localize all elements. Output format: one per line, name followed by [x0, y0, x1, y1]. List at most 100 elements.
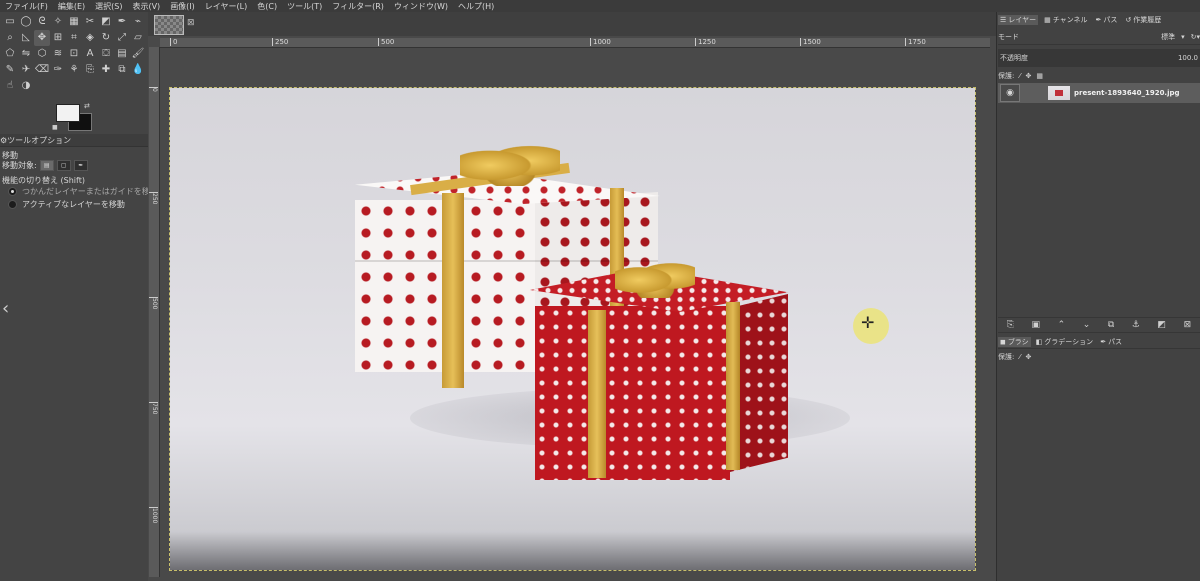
mode-select[interactable]: 標準 — [1161, 32, 1175, 42]
tool-options-tab[interactable]: ⚙ ツールオプション — [0, 134, 148, 147]
delete-layer-icon[interactable]: ⊠ — [1184, 320, 1192, 330]
new-group-icon[interactable]: ▣ — [1032, 320, 1041, 330]
menu-file[interactable]: ファイル(F) — [0, 1, 53, 12]
lower-layer-icon[interactable]: ⌄ — [1083, 320, 1091, 330]
fg-bg-colors: ⇄ ■ — [52, 102, 92, 131]
move-layer-mode-icon[interactable]: ▤ — [39, 160, 54, 171]
menu-image[interactable]: 画像(I) — [165, 1, 200, 12]
reset-colors-icon[interactable]: ■ — [52, 124, 58, 131]
heal-icon[interactable]: ✚ — [98, 62, 114, 78]
eraser-icon[interactable]: ⌫ — [34, 62, 50, 78]
measure-icon[interactable]: ◺ — [18, 30, 34, 46]
tab-brushes[interactable]: ◼ ブラシ — [998, 336, 1031, 347]
layer-row[interactable]: ◉ present-1893640_1920.jpg — [998, 83, 1200, 103]
radio-active-layer[interactable]: アクティブなレイヤーを移動 — [8, 199, 125, 210]
anchor-icon[interactable]: ⚓ — [1132, 320, 1140, 330]
paintbrush-icon[interactable]: 🖌 — [130, 46, 146, 62]
tool-options-icon: ⚙ — [0, 135, 8, 145]
gradient-icon[interactable]: ▤ — [114, 46, 130, 62]
airbrush-icon[interactable]: ✈ — [18, 62, 34, 78]
dodge-burn-icon[interactable]: ◑ — [18, 78, 34, 94]
menu-layer[interactable]: レイヤー(L) — [200, 1, 252, 12]
mode-dropdown-icon[interactable]: ▾ — [1181, 33, 1185, 41]
horizontal-ruler[interactable]: 0 250 500 1000 1250 1500 1750 — [160, 38, 990, 48]
move-selection-mode-icon[interactable]: ▢ — [56, 160, 71, 171]
tab-paths-2[interactable]: ✒ パス — [1098, 337, 1124, 347]
image-tab-thumbnail[interactable] — [154, 15, 184, 35]
menu-colors[interactable]: 色(C) — [252, 1, 282, 12]
lock-pixels-icon[interactable]: ⁄ — [1019, 353, 1020, 361]
move-cursor-icon: ✛ — [861, 313, 875, 332]
tab-channels[interactable]: ▦ チャンネル — [1042, 15, 1089, 25]
by-color-select-icon[interactable]: ▦ — [66, 14, 82, 30]
ellipse-select-icon[interactable]: ◯ — [18, 14, 34, 30]
tool-options-label: ツールオプション — [7, 135, 72, 145]
eye-icon[interactable]: ◉ — [1000, 84, 1020, 102]
rect-select-icon[interactable]: ▭ — [2, 14, 18, 30]
tab-undo-history[interactable]: ↺ 作業履歴 — [1123, 15, 1163, 25]
tab-paths-label: パス — [1103, 16, 1118, 24]
radio-pick-layer[interactable]: つかんだレイヤーまたはガイドを移動 — [8, 186, 158, 197]
tab-gradients[interactable]: ◧ グラデーション — [1034, 337, 1096, 347]
duplicate-layer-icon[interactable]: ⧉ — [1108, 320, 1114, 330]
align-icon[interactable]: ⊞ — [50, 30, 66, 46]
scissors-icon[interactable]: ✂ — [82, 14, 98, 30]
opacity-slider[interactable]: 不透明度 100.0 — [998, 49, 1200, 67]
menu-tools[interactable]: ツール(T) — [282, 1, 327, 12]
perspective-icon[interactable]: ⬠ — [2, 46, 18, 62]
menu-filters[interactable]: フィルター(R) — [327, 1, 389, 12]
cage-icon[interactable]: ⬡ — [34, 46, 50, 62]
perspective-clone-icon[interactable]: ⧉ — [114, 62, 130, 78]
lock-position-icon[interactable]: ✥ — [1026, 72, 1032, 80]
menu-edit[interactable]: 編集(E) — [53, 1, 90, 12]
foreground-select-icon[interactable]: ◩ — [98, 14, 114, 30]
menu-help[interactable]: ヘルプ(H) — [453, 1, 499, 12]
mode-reset-icon[interactable]: ↻▾ — [1191, 33, 1200, 41]
radio-active-layer-indicator[interactable] — [8, 200, 17, 209]
paths-icon[interactable]: ✒ — [114, 14, 130, 30]
text-icon[interactable]: A — [82, 46, 98, 62]
flip-icon[interactable]: ⇋ — [18, 46, 34, 62]
menu-windows[interactable]: ウィンドウ(W) — [389, 1, 453, 12]
rotate-icon[interactable]: ↻ — [98, 30, 114, 46]
opacity-value[interactable]: 100.0 — [1178, 54, 1200, 62]
handle-transform-icon[interactable]: ⊡ — [66, 46, 82, 62]
fuzzy-select-icon[interactable]: ✧ — [50, 14, 66, 30]
tab-layers[interactable]: ☰ レイヤー — [998, 15, 1039, 25]
crop-icon[interactable]: ⌗ — [66, 30, 82, 46]
blur-icon[interactable]: 💧 — [130, 62, 146, 78]
close-image-icon[interactable]: ⊠ — [187, 18, 195, 28]
smudge-icon[interactable]: ☝ — [2, 78, 18, 94]
lock-pixels-icon[interactable]: ⁄ — [1019, 72, 1020, 80]
raise-layer-icon[interactable]: ⌃ — [1058, 320, 1066, 330]
shear-icon[interactable]: ▱ — [130, 30, 146, 46]
clone-icon[interactable]: ⎘ — [82, 62, 98, 78]
menu-view[interactable]: 表示(V) — [127, 1, 165, 12]
mask-icon[interactable]: ◩ — [1157, 320, 1166, 330]
lock-alpha-icon[interactable]: ▦ — [1036, 72, 1043, 80]
layers-dock-tabs: ☰ レイヤー ▦ チャンネル ✒ パス ↺ 作業履歴 — [998, 14, 1200, 26]
warp-icon[interactable]: ≋ — [50, 46, 66, 62]
bucket-fill-icon[interactable]: ⛋ — [98, 46, 114, 62]
color-picker-icon[interactable]: ⌁ — [130, 14, 146, 30]
vertical-ruler[interactable]: 0 250 500 750 1000 — [149, 47, 160, 577]
free-select-icon[interactable]: ᘓ — [34, 14, 50, 30]
scale-icon[interactable]: ⤢ — [114, 30, 130, 46]
radio-pick-layer-indicator[interactable] — [8, 187, 17, 196]
small-gift-ribbon-side — [726, 302, 740, 470]
swap-colors-icon[interactable]: ⇄ — [84, 102, 90, 110]
mypaint-brush-icon[interactable]: ⚘ — [66, 62, 82, 78]
move-path-mode-icon[interactable]: ✒ — [73, 160, 88, 171]
unified-transform-icon[interactable]: ◈ — [82, 30, 98, 46]
layer-name[interactable]: present-1893640_1920.jpg — [1074, 89, 1180, 97]
foreground-color-swatch[interactable] — [56, 104, 80, 122]
pencil-icon[interactable]: ✎ — [2, 62, 18, 78]
move-icon[interactable]: ✥ — [34, 30, 50, 46]
new-layer-icon[interactable]: ⎘ — [1007, 320, 1014, 330]
lock-position-icon[interactable]: ✥ — [1026, 353, 1032, 361]
tab-paths[interactable]: ✒ パス — [1094, 15, 1120, 25]
ink-icon[interactable]: ✑ — [50, 62, 66, 78]
zoom-icon[interactable]: ⌕ — [2, 30, 18, 46]
collapse-left-arrow-icon[interactable]: ‹ — [2, 298, 9, 319]
menu-select[interactable]: 選択(S) — [90, 1, 127, 12]
